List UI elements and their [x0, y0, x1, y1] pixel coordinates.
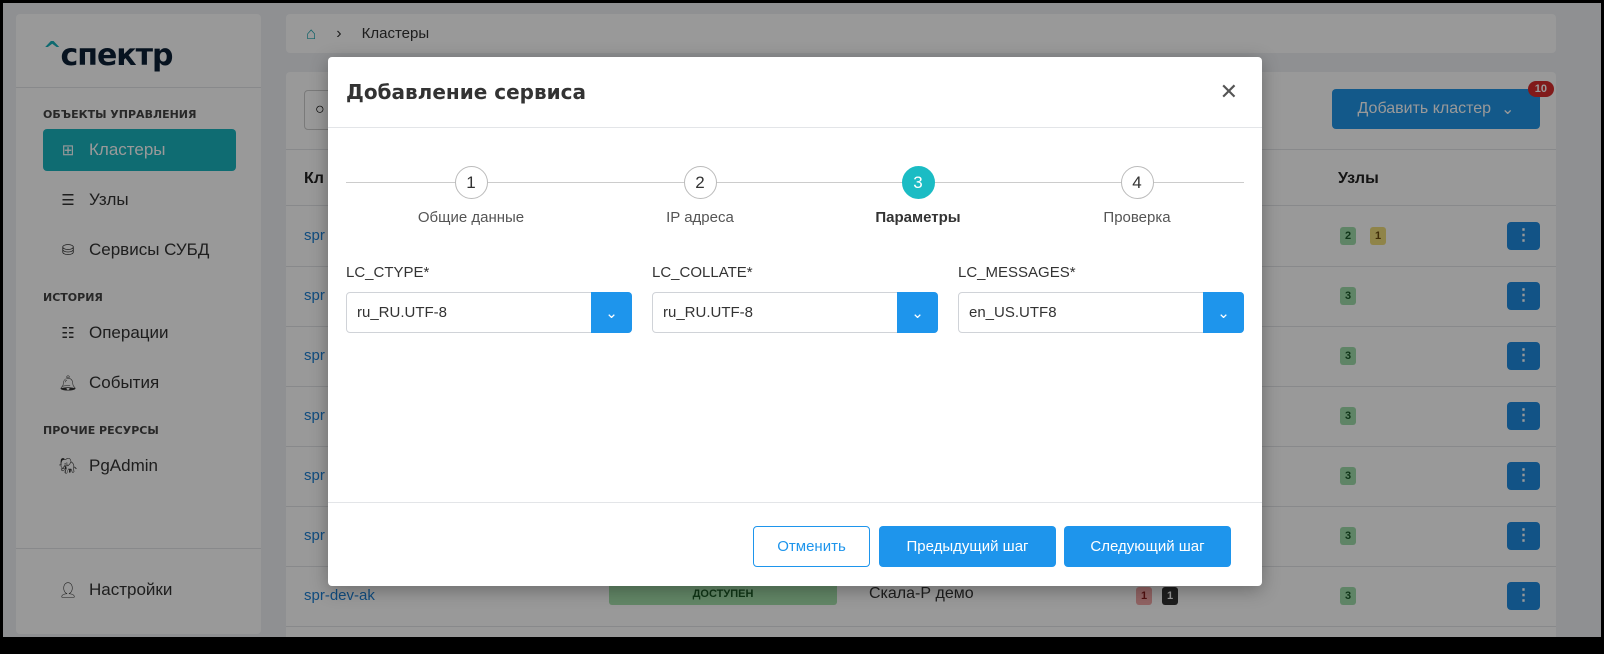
step-number: 2 — [683, 166, 717, 199]
step-1: 1 Общие данные — [371, 166, 571, 226]
lc-collate-select[interactable]: ru_RU.UTF-8 ⌄ — [652, 292, 938, 333]
field-label: LC_CTYPE* — [346, 264, 430, 281]
lc-collate-field: LC_COLLATE* ru_RU.UTF-8 ⌄ — [652, 264, 938, 333]
modal-title: Добавление сервиса — [346, 80, 586, 104]
lc-messages-field: LC_MESSAGES* en_US.UTF8 ⌄ — [958, 264, 1244, 333]
step-label: Проверка — [1103, 209, 1171, 226]
step-number: 4 — [1120, 166, 1154, 199]
chevron-down-icon[interactable]: ⌄ — [897, 292, 938, 333]
step-2: 2 IP адреса — [600, 166, 800, 226]
chevron-down-icon[interactable]: ⌄ — [1203, 292, 1244, 333]
select-value: ru_RU.UTF-8 — [357, 304, 448, 321]
step-4: 4 Проверка — [1037, 166, 1237, 226]
field-label: LC_COLLATE* — [652, 264, 753, 281]
stepper: 1 Общие данные 2 IP адреса 3 Параметры 4 Про… — [346, 166, 1244, 226]
prev-step-button[interactable]: Предыдущий шаг — [879, 526, 1056, 567]
lc-ctype-select[interactable]: ru_RU.UTF-8 ⌄ — [346, 292, 632, 333]
modal-footer: Отменить Предыдущий шаг Следующий шаг — [328, 502, 1262, 586]
close-icon[interactable]: ✕ — [1220, 79, 1238, 105]
step-number: 3 — [901, 166, 935, 199]
app: ^спектр ОБЪЕКТЫ УПРАВЛЕНИЯ ⊞ Кластеры ☰ Уз… — [3, 3, 1601, 637]
cancel-button[interactable]: Отменить — [753, 526, 870, 567]
modal-header: Добавление сервиса ✕ — [328, 57, 1262, 128]
step-number: 1 — [454, 166, 488, 199]
field-label: LC_MESSAGES* — [958, 264, 1076, 281]
step-label: IP адреса — [666, 209, 734, 226]
select-value: en_US.UTF8 — [969, 304, 1057, 321]
step-label: Общие данные — [417, 209, 525, 226]
select-value: ru_RU.UTF-8 — [663, 304, 754, 321]
step-label: Параметры — [875, 209, 961, 226]
step-3: 3 Параметры — [818, 166, 1018, 226]
lc-messages-select[interactable]: en_US.UTF8 ⌄ — [958, 292, 1244, 333]
chevron-down-icon[interactable]: ⌄ — [591, 292, 632, 333]
lc-ctype-field: LC_CTYPE* ru_RU.UTF-8 ⌄ — [346, 264, 632, 333]
next-step-button[interactable]: Следующий шаг — [1064, 526, 1231, 567]
add-service-modal: Добавление сервиса ✕ 1 Общие данные 2 IP а… — [328, 57, 1262, 586]
